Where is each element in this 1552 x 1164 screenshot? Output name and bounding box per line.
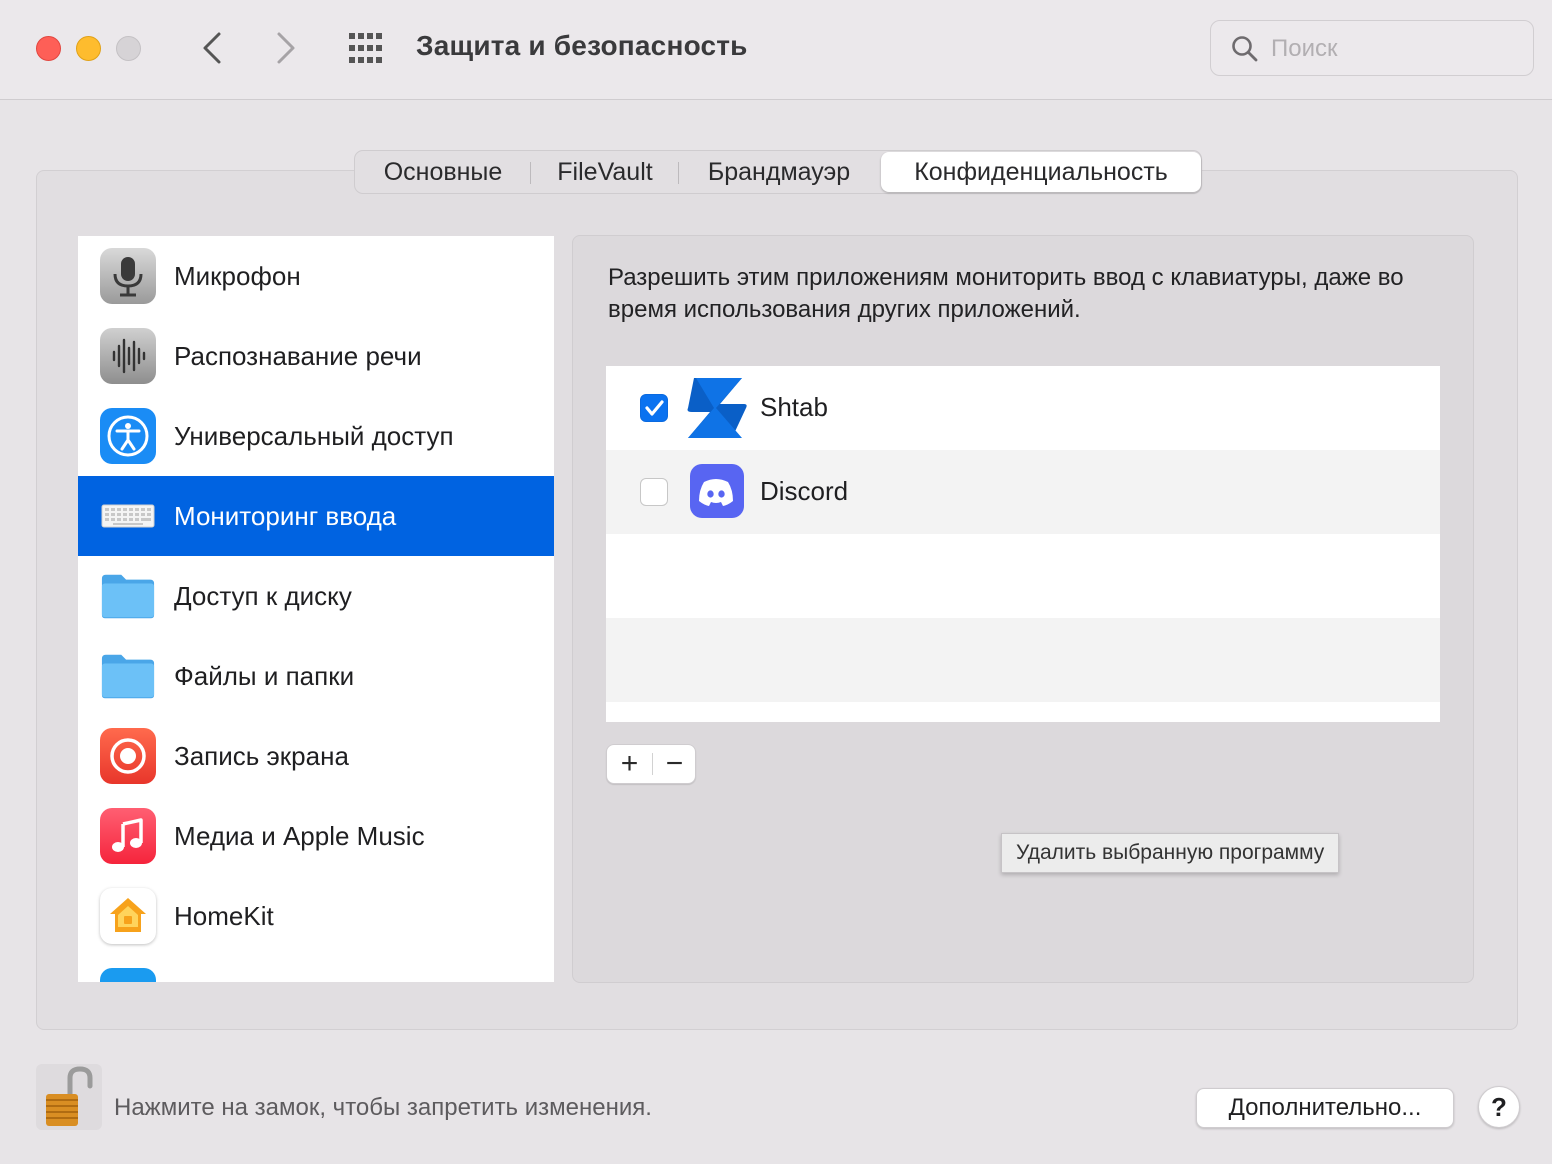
app-icon	[100, 968, 156, 982]
permission-description: Разрешить этим приложениям мониторить вв…	[608, 264, 1404, 323]
screen-record-icon	[100, 728, 156, 784]
show-all-button[interactable]	[346, 30, 386, 66]
sidebar-item-label: Файлы и папки	[174, 660, 355, 691]
checkmark-icon	[645, 400, 664, 416]
app-name: Shtab	[760, 392, 828, 422]
app-name: Discord	[760, 476, 849, 506]
lock-hint: Нажмите на замок, чтобы запретить измене…	[114, 1094, 652, 1121]
music-note-icon	[100, 808, 156, 864]
sidebar-item-partial[interactable]	[78, 956, 554, 982]
sidebar-item-label: Универсальный доступ	[174, 420, 454, 451]
sidebar-item-label: Мониторинг ввода	[174, 500, 397, 531]
add-remove-control: + −	[606, 744, 696, 784]
forward-button[interactable]	[266, 26, 306, 70]
sidebar-item-input-monitoring[interactable]: Мониторинг ввода	[78, 476, 554, 556]
sidebar-item-microphone[interactable]: Микрофон	[78, 236, 554, 316]
tab-general[interactable]: Основные	[355, 152, 531, 192]
grid-icon	[349, 33, 382, 63]
padlock-open-icon	[36, 1064, 102, 1130]
sidebar-item-files-and-folders[interactable]: Файлы и папки	[78, 636, 554, 716]
segmented-tabs: Основные FileVault Брандмауэр Конфиденци…	[354, 150, 1202, 194]
close-window-button[interactable]	[36, 36, 61, 61]
add-app-button[interactable]: +	[607, 745, 652, 783]
chevron-right-icon	[277, 32, 295, 64]
microphone-icon	[100, 248, 156, 304]
tab-privacy[interactable]: Конфиденциальность	[881, 152, 1201, 192]
discord-logo-icon	[690, 464, 744, 518]
advanced-button[interactable]: Дополнительно...	[1196, 1088, 1454, 1128]
sidebar-item-label: Запись экрана	[174, 740, 349, 771]
sidebar-item-label: HomeKit	[174, 900, 274, 931]
zoom-window-button[interactable]	[116, 36, 141, 61]
keyboard-icon	[100, 488, 156, 544]
minimize-window-button[interactable]	[76, 36, 101, 61]
sidebar-item-label: Доступ к диску	[174, 580, 352, 611]
sidebar-item-accessibility[interactable]: Универсальный доступ	[78, 396, 554, 476]
window-title: Защита и безопасность	[416, 30, 748, 61]
waveform-icon	[100, 328, 156, 384]
sidebar-item-speech-recognition[interactable]: Распознавание речи	[78, 316, 554, 396]
privacy-category-list[interactable]: Микрофон Распознавание речи Универсальны…	[78, 236, 554, 982]
tab-firewall[interactable]: Брандмауэр	[679, 152, 879, 192]
discord-checkbox[interactable]	[640, 478, 668, 506]
chevron-left-icon	[203, 32, 221, 64]
lock-button[interactable]	[36, 1064, 102, 1130]
list-item[interactable]: Shtab	[606, 366, 1440, 450]
folder-icon	[100, 648, 156, 704]
shtab-logo-icon	[687, 378, 747, 438]
help-button[interactable]: ?	[1478, 1086, 1520, 1128]
list-item-empty	[606, 618, 1440, 702]
sidebar-item-media-apple-music[interactable]: Медиа и Apple Music	[78, 796, 554, 876]
sidebar-item-homekit[interactable]: HomeKit	[78, 876, 554, 956]
remove-app-button[interactable]: −	[652, 745, 697, 783]
sidebar-item-label: Медиа и Apple Music	[174, 820, 425, 851]
sidebar-item-screen-recording[interactable]: Запись экрана	[78, 716, 554, 796]
sidebar-item-full-disk-access[interactable]: Доступ к диску	[78, 556, 554, 636]
list-item[interactable]: Discord	[606, 450, 1440, 534]
tab-filevault[interactable]: FileVault	[531, 152, 679, 192]
back-button[interactable]	[192, 26, 232, 70]
remove-tooltip: Удалить выбранную программу	[1001, 833, 1340, 873]
search-input[interactable]	[1271, 31, 1521, 67]
app-list[interactable]: Shtab Discord	[606, 366, 1440, 722]
accessibility-icon	[100, 408, 156, 464]
sidebar-item-label: Распознавание речи	[174, 340, 422, 371]
sidebar-item-label: Микрофон	[174, 260, 301, 291]
shtab-checkbox[interactable]	[640, 394, 668, 422]
folder-icon	[100, 568, 156, 624]
list-item-empty	[606, 534, 1440, 618]
search-field[interactable]	[1210, 20, 1534, 76]
home-icon	[100, 888, 156, 944]
title-bar: Защита и безопасность	[0, 0, 1552, 100]
search-icon	[1232, 36, 1258, 62]
